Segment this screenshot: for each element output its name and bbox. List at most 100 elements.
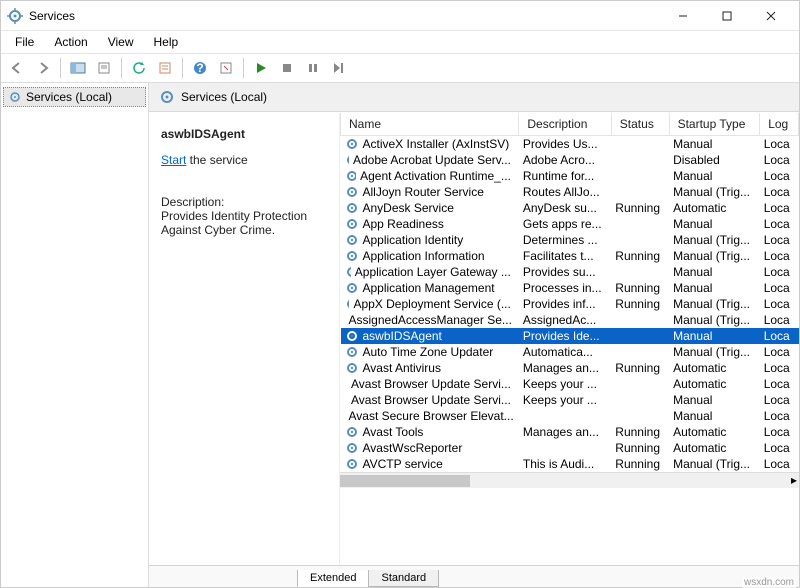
menu-file[interactable]: File xyxy=(7,33,42,51)
table-row[interactable]: AllJoyn Router ServiceRoutes AllJo...Man… xyxy=(341,184,799,200)
svc-name: Avast Tools xyxy=(363,425,424,439)
start-service-button[interactable] xyxy=(249,57,273,79)
table-row[interactable]: Application InformationFacilitates t...R… xyxy=(341,248,799,264)
col-status[interactable]: Status xyxy=(611,113,669,136)
svc-name: Application Information xyxy=(363,249,485,263)
table-row[interactable]: aswbIDSAgentProvides Ide...ManualLoca xyxy=(341,328,799,344)
table-row[interactable]: ActiveX Installer (AxInstSV)Provides Us.… xyxy=(341,136,799,153)
close-button[interactable] xyxy=(749,2,793,30)
table-row[interactable]: AvastWscReporterRunningAutomaticLoca xyxy=(341,440,799,456)
stop-service-button[interactable] xyxy=(275,57,299,79)
table-row[interactable]: AnyDesk ServiceAnyDesk su...RunningAutom… xyxy=(341,200,799,216)
export-list-button[interactable] xyxy=(92,57,116,79)
show-hide-tree-button[interactable] xyxy=(66,57,90,79)
watermark: wsxdn.com xyxy=(742,577,796,588)
svc-name: AssignedAccessManager Se... xyxy=(349,313,512,327)
svc-startup: Manual xyxy=(669,136,760,153)
pause-service-button[interactable] xyxy=(301,57,325,79)
scroll-right-icon[interactable]: ▸ xyxy=(791,473,797,487)
detail-pane: Services (Local) aswbIDSAgent Start the … xyxy=(149,83,799,587)
svc-logon: Loca xyxy=(760,392,799,408)
table-row[interactable]: Application Layer Gateway ...Provides su… xyxy=(341,264,799,280)
detail-header: Services (Local) xyxy=(149,83,799,112)
svc-status xyxy=(611,168,669,184)
description-heading: Description: xyxy=(161,195,329,209)
minimize-button[interactable] xyxy=(661,2,705,30)
refresh-button[interactable] xyxy=(127,57,151,79)
svc-startup: Automatic xyxy=(669,360,760,376)
svc-startup: Manual (Trig... xyxy=(669,248,760,264)
svc-status: Running xyxy=(611,296,669,312)
menu-view[interactable]: View xyxy=(100,33,142,51)
gear-icon xyxy=(345,281,359,295)
svc-startup: Manual xyxy=(669,328,760,344)
start-link[interactable]: Start xyxy=(161,153,186,167)
col-logon[interactable]: Log xyxy=(760,113,799,136)
svc-desc: Gets apps re... xyxy=(519,216,611,232)
table-row[interactable]: Avast ToolsManages an...RunningAutomatic… xyxy=(341,424,799,440)
tab-extended[interactable]: Extended xyxy=(297,570,369,587)
restart-service-button[interactable] xyxy=(327,57,351,79)
svc-name: ActiveX Installer (AxInstSV) xyxy=(363,137,510,151)
svc-desc: Runtime for... xyxy=(519,168,611,184)
table-row[interactable]: AppX Deployment Service (...Provides inf… xyxy=(341,296,799,312)
tab-standard[interactable]: Standard xyxy=(368,570,439,587)
window-controls xyxy=(661,2,793,30)
svc-desc: Provides inf... xyxy=(519,296,611,312)
svc-logon: Loca xyxy=(760,136,799,153)
svc-logon: Loca xyxy=(760,264,799,280)
table-row[interactable]: Adobe Acrobat Update Serv...Adobe Acro..… xyxy=(341,152,799,168)
col-description[interactable]: Description xyxy=(519,113,611,136)
svc-status: Running xyxy=(611,248,669,264)
table-row[interactable]: Avast Browser Update Servi...Keeps your … xyxy=(341,392,799,408)
table-row[interactable]: App ReadinessGets apps re...ManualLoca xyxy=(341,216,799,232)
svc-logon: Loca xyxy=(760,216,799,232)
table-row[interactable]: Avast Secure Browser Elevat...ManualLoca xyxy=(341,408,799,424)
menu-action[interactable]: Action xyxy=(46,33,95,51)
svc-logon: Loca xyxy=(760,200,799,216)
svc-name: Application Identity xyxy=(363,233,464,247)
about-button[interactable] xyxy=(214,57,238,79)
col-name[interactable]: Name xyxy=(341,113,519,136)
menu-help[interactable]: Help xyxy=(146,33,187,51)
svc-startup: Manual xyxy=(669,216,760,232)
svc-name: Avast Secure Browser Elevat... xyxy=(349,409,514,423)
gear-icon xyxy=(345,329,359,343)
svc-name: Avast Browser Update Servi... xyxy=(351,377,511,391)
maximize-button[interactable] xyxy=(705,2,749,30)
horiz-scrollbar[interactable]: ▸ xyxy=(340,472,799,488)
view-tabs: Extended Standard xyxy=(149,565,799,587)
svc-name: Auto Time Zone Updater xyxy=(363,345,494,359)
start-suffix: the service xyxy=(186,153,247,167)
gear-icon xyxy=(345,361,359,375)
forward-button[interactable] xyxy=(31,57,55,79)
detail-header-label: Services (Local) xyxy=(181,90,267,104)
gear-icon xyxy=(345,249,359,263)
help-button[interactable]: ? xyxy=(188,57,212,79)
svc-name: Application Layer Gateway ... xyxy=(355,265,511,279)
table-row[interactable]: Avast Browser Update Servi...Keeps your … xyxy=(341,376,799,392)
table-row[interactable]: Application ManagementProcesses in...Run… xyxy=(341,280,799,296)
table-row[interactable]: Avast AntivirusManages an...RunningAutom… xyxy=(341,360,799,376)
svc-status xyxy=(611,328,669,344)
table-row[interactable]: AssignedAccessManager Se...AssignedAc...… xyxy=(341,312,799,328)
service-list[interactable]: Name Description Status Startup Type Log… xyxy=(339,113,799,565)
svc-logon: Loca xyxy=(760,232,799,248)
gear-icon xyxy=(345,345,359,359)
back-button[interactable] xyxy=(5,57,29,79)
table-row[interactable]: Agent Activation Runtime_... Runtime for.… xyxy=(341,168,799,184)
nav-services-local[interactable]: Services (Local) xyxy=(3,87,146,107)
svc-name: Agent Activation Runtime_... xyxy=(360,169,511,183)
svc-desc: Provides Ide... xyxy=(519,328,611,344)
table-row[interactable]: Auto Time Zone UpdaterAutomatica...Manua… xyxy=(341,344,799,360)
svc-desc: AnyDesk su... xyxy=(519,200,611,216)
table-row[interactable]: Application IdentityDetermines ...Manual… xyxy=(341,232,799,248)
svc-name: AnyDesk Service xyxy=(363,201,454,215)
gear-icon xyxy=(345,265,351,279)
svg-text:?: ? xyxy=(196,61,203,75)
svc-startup: Manual xyxy=(669,280,760,296)
table-row[interactable]: AVCTP serviceThis is Audi...RunningManua… xyxy=(341,456,799,472)
properties-button[interactable] xyxy=(153,57,177,79)
svc-status: Running xyxy=(611,200,669,216)
col-startup[interactable]: Startup Type xyxy=(669,113,760,136)
